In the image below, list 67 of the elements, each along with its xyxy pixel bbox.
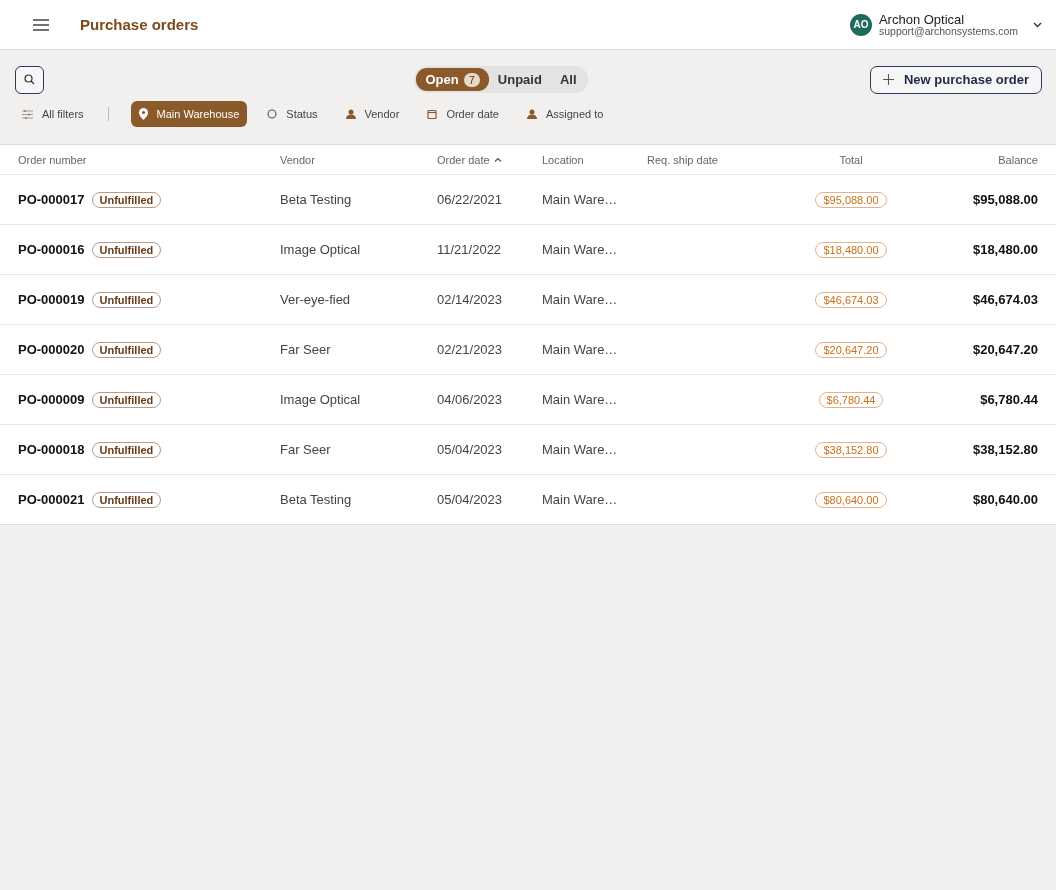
person-icon (345, 109, 356, 119)
order-number[interactable]: PO-000021 (18, 492, 85, 507)
filter-chip[interactable]: Status (259, 101, 326, 127)
location-cell-text: Main Ware… (542, 392, 619, 407)
page-title: Purchase orders (80, 16, 199, 33)
location-cell-text: Main Ware… (542, 492, 619, 507)
order-number[interactable]: PO-000019 (18, 292, 85, 307)
date-cell-text: 04/06/2023 (437, 392, 504, 407)
tab[interactable]: Unpaid (488, 68, 551, 91)
location-cell-text: Main Ware… (542, 342, 619, 357)
account-avatar: AO (849, 13, 872, 36)
account-name: Archon Optical (878, 12, 965, 26)
balance-cell-text: $20,647.20 (971, 342, 1038, 357)
order-number[interactable]: PO-000017 (18, 192, 85, 207)
column-header[interactable]: Location (542, 153, 647, 166)
chevron-down-icon[interactable] (1033, 21, 1042, 28)
order-number[interactable]: PO-000020 (18, 342, 85, 357)
balance-cell-text: $38,152.80 (971, 442, 1038, 457)
date-cell-text: 06/22/2021 (437, 192, 504, 207)
date-cell-text: 11/21/2022 (437, 242, 503, 257)
date-cell-text: 05/04/2023 (437, 442, 504, 457)
order-number[interactable]: PO-000016 (18, 242, 85, 257)
order-number[interactable]: PO-000018 (18, 442, 85, 457)
balance-cell-text: $95,088.00 (971, 192, 1038, 207)
order-number[interactable]: PO-000009 (18, 392, 85, 407)
new-purchase-order-button[interactable]: New purchase order (870, 65, 1042, 94)
account-email: support@archonsystems.com (878, 25, 1018, 37)
vendor-cell-text: Beta Testing (280, 492, 353, 507)
tab[interactable]: Open 7 (416, 68, 489, 91)
location-cell-text: Main Ware… (542, 442, 619, 457)
vendor-cell-text: Ver-eye-fied (280, 292, 352, 307)
filter-chip[interactable]: Assigned to (518, 101, 612, 127)
balance-cell-text: $18,480.00 (971, 242, 1038, 257)
calendar-icon (427, 109, 438, 119)
filter-chip[interactable]: Order date (419, 101, 507, 127)
search-icon (24, 74, 35, 85)
filter-chip[interactable]: All filters (14, 101, 92, 127)
vendor-cell-text: Far Seer (280, 442, 332, 457)
plus-icon (883, 74, 894, 85)
vendor-cell-text: Beta Testing (280, 192, 353, 207)
location-pin-icon (138, 108, 148, 120)
column-header[interactable]: Req. ship date (647, 153, 767, 166)
vendor-cell-text: Image Optical (280, 242, 362, 257)
person-icon (526, 109, 537, 119)
location-cell-text: Main Ware… (542, 292, 619, 307)
column-header[interactable]: Balance (935, 153, 1038, 166)
vendor-cell-text: Image Optical (280, 392, 362, 407)
search-button[interactable] (15, 65, 44, 94)
date-cell-text: 05/04/2023 (437, 492, 504, 507)
filter-chip[interactable]: Vendor (337, 101, 408, 127)
column-header[interactable]: Order date (437, 153, 542, 166)
filter-chip[interactable]: Main Warehouse (130, 101, 248, 127)
column-header[interactable]: Vendor (280, 153, 437, 166)
column-header[interactable]: Total (767, 153, 935, 166)
vendor-cell-text: Far Seer (280, 342, 332, 357)
tab[interactable]: All (550, 68, 586, 91)
sliders-icon (22, 109, 33, 119)
location-cell-text: Main Ware… (542, 242, 619, 257)
location-cell-text: Main Ware… (542, 192, 619, 207)
circle-icon (267, 109, 278, 119)
column-header[interactable]: Order number (18, 153, 280, 166)
menu-icon[interactable] (33, 18, 49, 31)
date-cell-text: 02/14/2023 (437, 292, 504, 307)
balance-cell-text: $6,780.44 (979, 392, 1038, 407)
date-cell-text: 02/21/2023 (437, 342, 504, 357)
balance-cell-text: $46,674.03 (971, 292, 1038, 307)
balance-cell-text: $80,640.00 (971, 492, 1038, 507)
